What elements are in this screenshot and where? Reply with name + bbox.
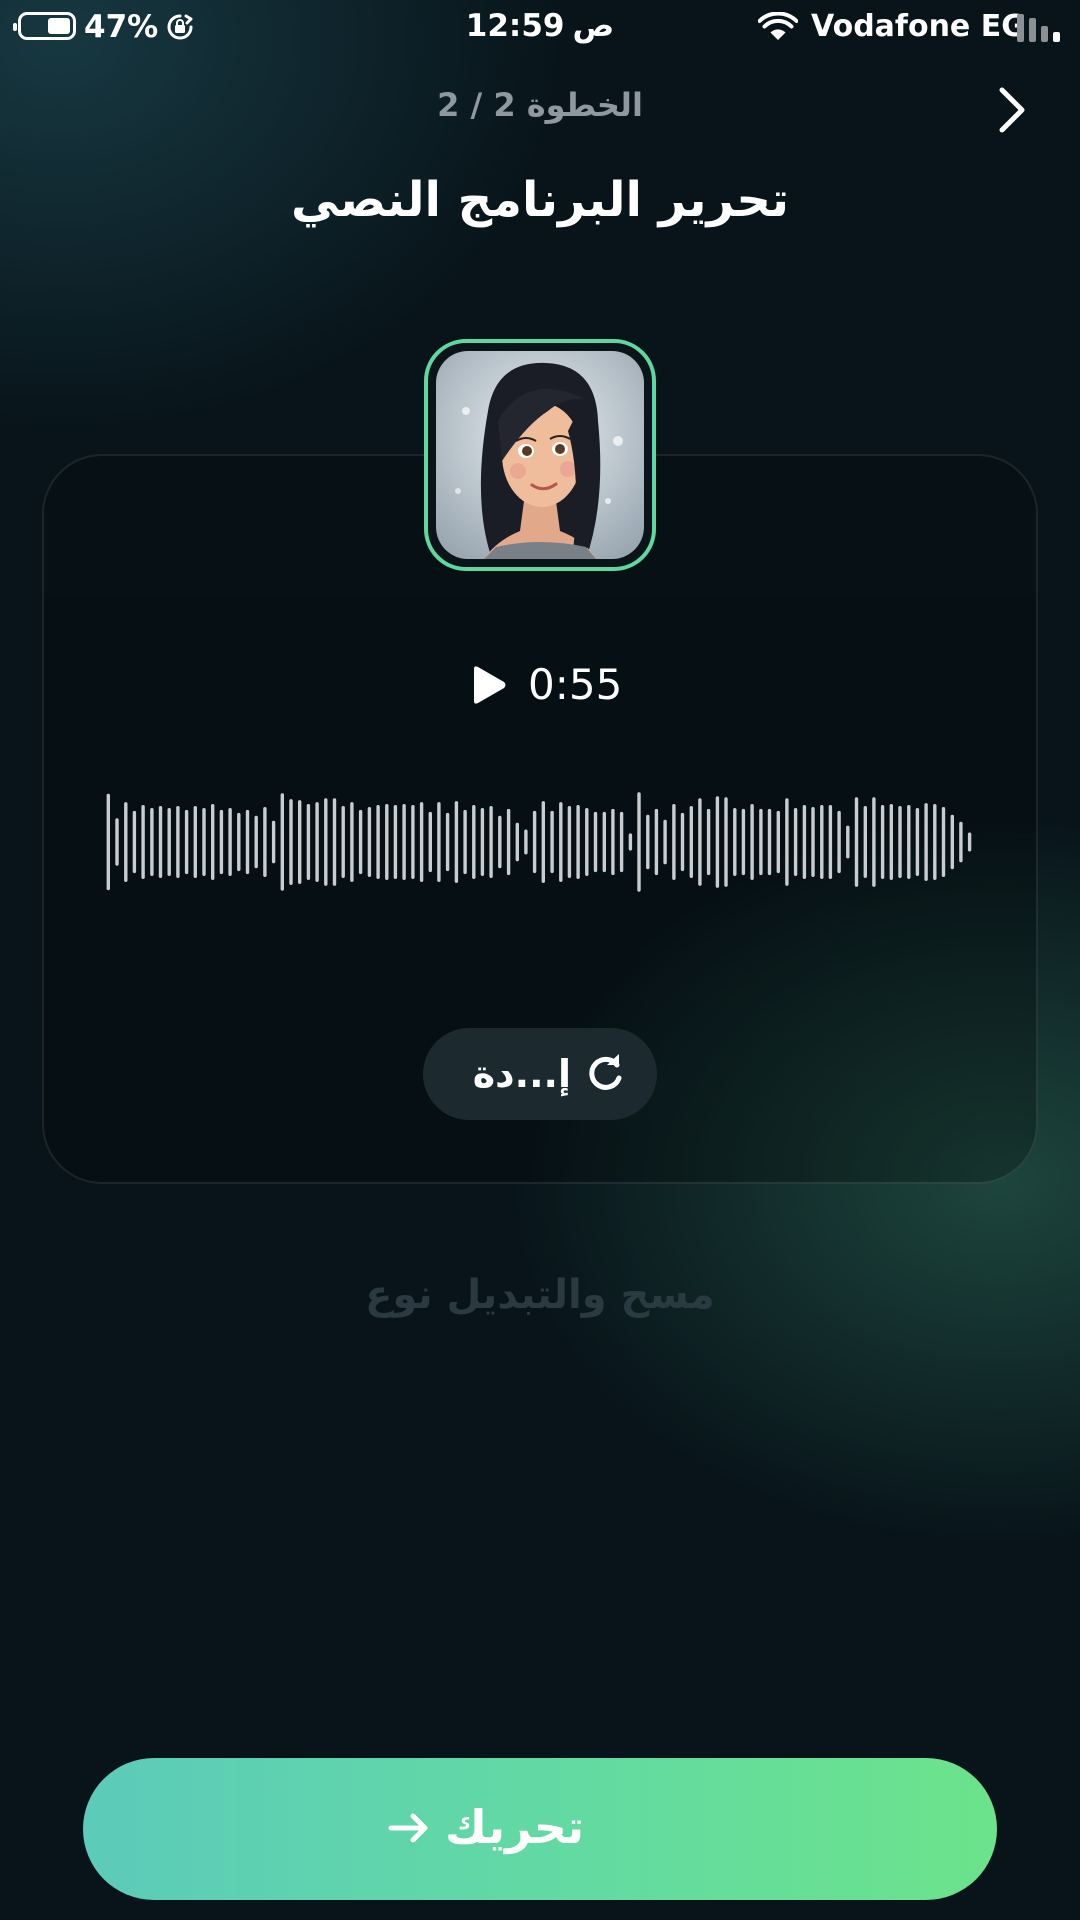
status-bar: 47% ص12:59 Vodafone EG	[0, 0, 1080, 54]
signal-icon	[1017, 14, 1060, 42]
avatar	[424, 339, 656, 571]
avatar-portrait	[436, 351, 644, 559]
refresh-icon	[589, 1054, 622, 1090]
battery-level-fill	[48, 18, 70, 34]
chevron-right-icon	[999, 87, 1025, 133]
regenerate-button[interactable]: إ...دة	[423, 1028, 657, 1120]
wifi-icon	[758, 12, 798, 40]
play-button[interactable]	[468, 664, 508, 706]
audio-duration: 0:55	[528, 660, 623, 709]
step-indicator: الخطوة 2 / 2	[437, 86, 643, 124]
animate-label: تحريك	[445, 1800, 585, 1854]
audio-waveform[interactable]	[104, 790, 974, 894]
page-title: تحرير البرنامج النصي	[291, 172, 789, 228]
arrow-right-icon	[388, 1813, 428, 1843]
rotation-lock-icon	[167, 14, 193, 40]
regenerate-label: إ...دة	[472, 1052, 571, 1096]
play-icon	[474, 666, 506, 704]
status-clock: ص12:59	[340, 8, 740, 44]
back-button[interactable]	[990, 82, 1034, 138]
status-time: 12:59	[465, 8, 565, 44]
time-suffix: ص	[572, 8, 615, 44]
clear-and-switch-link[interactable]: مسح والتبديل نوع	[240, 1272, 840, 1318]
animate-button[interactable]: تحريك	[83, 1758, 997, 1900]
battery-icon	[13, 12, 76, 40]
battery-percentage: 47%	[84, 9, 159, 45]
carrier-name: Vodafone EG	[811, 9, 1026, 44]
